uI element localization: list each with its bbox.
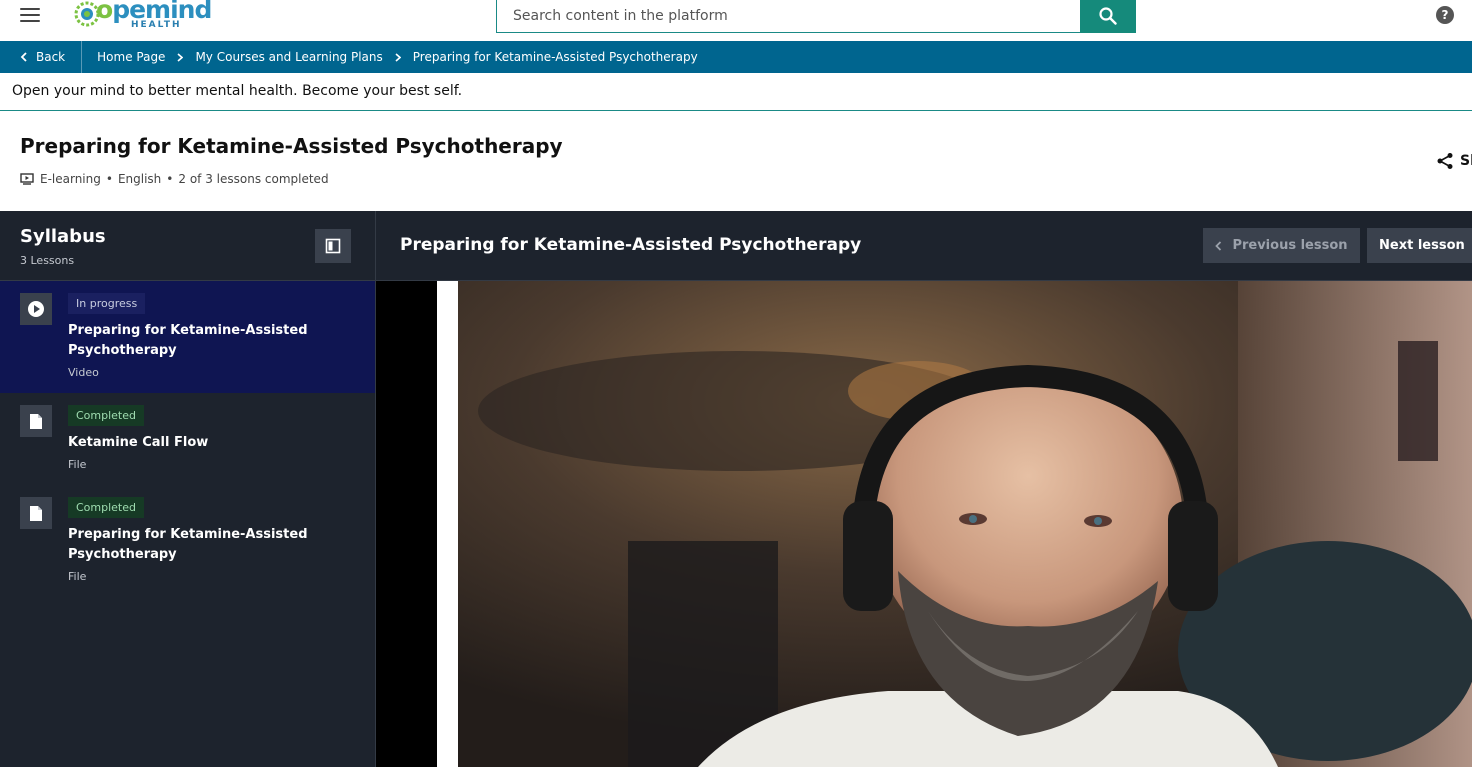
next-lesson-button[interactable]: Next lesson bbox=[1367, 228, 1472, 263]
syllabus-panel: Syllabus 3 Lessons In progress Preparing… bbox=[0, 211, 376, 767]
course-type: E-learning bbox=[40, 172, 101, 186]
search-button[interactable] bbox=[1080, 0, 1136, 33]
share-button[interactable]: Sh bbox=[1436, 152, 1472, 170]
status-badge: Completed bbox=[68, 497, 144, 518]
status-badge: Completed bbox=[68, 405, 144, 426]
search-input[interactable] bbox=[497, 0, 1081, 32]
top-header: opemind HEALTH ? bbox=[0, 0, 1472, 41]
lesson-type: File bbox=[68, 458, 87, 471]
video-player[interactable] bbox=[376, 281, 1472, 767]
lesson-item[interactable]: Completed Ketamine Call Flow File bbox=[0, 393, 375, 485]
course-progress: 2 of 3 lessons completed bbox=[178, 172, 329, 186]
player-title: Preparing for Ketamine-Assisted Psychoth… bbox=[400, 235, 862, 255]
logo-subtitle: HEALTH bbox=[131, 20, 182, 30]
lesson-title: Preparing for Ketamine-Assisted Psychoth… bbox=[68, 527, 308, 562]
course-language: English bbox=[117, 172, 162, 186]
back-label: Back bbox=[36, 50, 66, 64]
chevron-right-icon bbox=[395, 52, 401, 62]
chevron-right-icon bbox=[177, 52, 184, 62]
breadcrumb-trail: Home Page My Courses and Learning Plans … bbox=[82, 50, 698, 64]
help-icon[interactable]: ? bbox=[1436, 6, 1454, 24]
course-meta: E-learning • English • 2 of 3 lessons co… bbox=[20, 172, 329, 186]
meta-separator: • bbox=[105, 172, 113, 186]
previous-lesson-button[interactable]: Previous lesson bbox=[1203, 228, 1360, 263]
sidebar-collapse-icon bbox=[325, 238, 341, 254]
brand-logo[interactable]: opemind HEALTH bbox=[72, 0, 212, 34]
syllabus-count: 3 Lessons bbox=[20, 254, 75, 267]
status-badge: In progress bbox=[68, 293, 146, 314]
menu-icon[interactable] bbox=[20, 8, 40, 24]
player-header: Preparing for Ketamine-Assisted Psychoth… bbox=[376, 211, 1472, 281]
collapse-sidebar-button[interactable] bbox=[315, 229, 351, 263]
lesson-type: File bbox=[68, 570, 87, 583]
lesson-title: Preparing for Ketamine-Assisted Psychoth… bbox=[68, 323, 308, 358]
page-title: Preparing for Ketamine-Assisted Psychoth… bbox=[20, 134, 563, 158]
share-label: Sh bbox=[1460, 153, 1472, 169]
syllabus-title: Syllabus bbox=[20, 226, 106, 247]
breadcrumb-home[interactable]: Home Page bbox=[97, 50, 165, 64]
breadcrumb-current: Preparing for Ketamine-Assisted Psychoth… bbox=[412, 50, 698, 64]
breadcrumb: Back Home Page My Courses and Learning P… bbox=[0, 41, 1472, 73]
video-frame-image bbox=[458, 281, 1472, 767]
share-icon bbox=[1437, 153, 1453, 169]
lesson-type: Video bbox=[68, 366, 99, 379]
breadcrumb-courses[interactable]: My Courses and Learning Plans bbox=[195, 50, 382, 64]
chevron-left-icon bbox=[20, 52, 27, 62]
previous-lesson-label: Previous lesson bbox=[1232, 238, 1348, 253]
chevron-left-icon bbox=[1215, 240, 1222, 251]
site-tagline: Open your mind to better mental health. … bbox=[0, 73, 1472, 111]
syllabus-header: Syllabus 3 Lessons bbox=[0, 211, 375, 281]
search-box bbox=[496, 0, 1081, 33]
lesson-item[interactable]: Completed Preparing for Ketamine-Assiste… bbox=[0, 485, 375, 597]
file-icon bbox=[20, 497, 52, 529]
next-lesson-label: Next lesson bbox=[1379, 238, 1465, 253]
video-frame-border bbox=[437, 281, 458, 767]
back-button[interactable]: Back bbox=[0, 41, 83, 73]
meta-separator: • bbox=[166, 172, 174, 186]
lesson-title: Ketamine Call Flow bbox=[68, 435, 209, 450]
file-icon bbox=[20, 405, 52, 437]
play-icon bbox=[20, 293, 52, 325]
logo-wordmark-o: o bbox=[96, 0, 113, 24]
elearning-icon bbox=[20, 173, 34, 185]
lesson-item[interactable]: In progress Preparing for Ketamine-Assis… bbox=[0, 281, 375, 393]
search-icon bbox=[1099, 6, 1117, 25]
